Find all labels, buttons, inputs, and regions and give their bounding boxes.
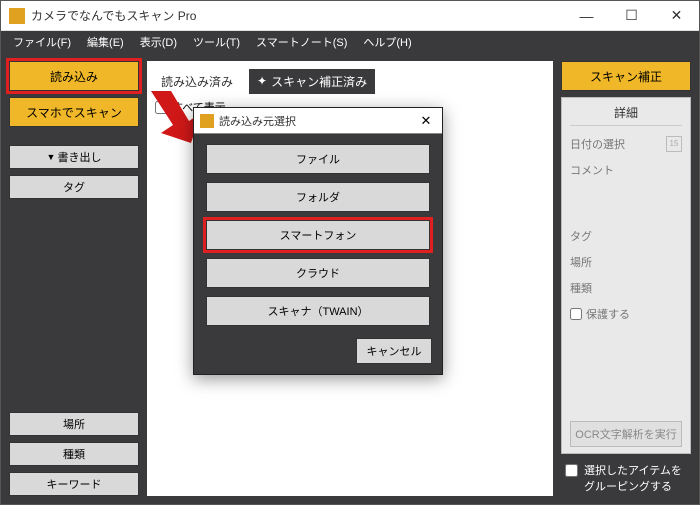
right-sidebar: スキャン補正 詳細 日付の選択 15 コメント タグ 場所 種類 保護する OC… <box>561 61 691 496</box>
dialog-title: 読み込み元選択 <box>219 113 416 129</box>
calendar-icon[interactable]: 15 <box>666 136 682 152</box>
ocr-button[interactable]: OCR文字解析を実行 <box>570 421 682 447</box>
protect-input[interactable] <box>570 308 582 320</box>
dialog-close-button[interactable]: ✕ <box>416 113 436 129</box>
load-button[interactable]: 読み込み <box>9 61 139 91</box>
left-sidebar: 読み込み スマホでスキャン 書き出し タグ 場所 種類 キーワード <box>9 61 139 496</box>
option-folder[interactable]: フォルダ <box>206 182 430 212</box>
option-file[interactable]: ファイル <box>206 144 430 174</box>
close-button[interactable]: ✕ <box>654 1 699 30</box>
export-section-toggle[interactable]: 書き出し <box>9 145 139 169</box>
minimize-button[interactable]: ― <box>564 1 609 30</box>
kind-section[interactable]: 種類 <box>9 442 139 466</box>
window-title: カメラでなんでもスキャン Pro <box>31 7 564 24</box>
scan-fix-button[interactable]: スキャン補正 <box>561 61 691 91</box>
menu-tool[interactable]: ツール(T) <box>187 32 246 52</box>
place-section[interactable]: 場所 <box>9 412 139 436</box>
menu-file[interactable]: ファイル(F) <box>7 32 77 52</box>
comment-label: コメント <box>570 162 682 178</box>
tab-scan-corrected-label: スキャン補正済み <box>271 73 367 90</box>
menu-view[interactable]: 表示(D) <box>134 32 183 52</box>
menu-smartnote[interactable]: スマートノート(S) <box>250 32 353 52</box>
show-all-input[interactable] <box>155 101 168 114</box>
cancel-button[interactable]: キャンセル <box>356 338 432 364</box>
smartphone-scan-button[interactable]: スマホでスキャン <box>9 97 139 127</box>
keyword-section[interactable]: キーワード <box>9 472 139 496</box>
option-scanner[interactable]: スキャナ（TWAIN） <box>206 296 430 326</box>
group-label: 選択したアイテムをグルーピングする <box>584 462 687 494</box>
option-smartphone[interactable]: スマートフォン <box>206 220 430 250</box>
tab-scan-corrected[interactable]: ✦ スキャン補正済み <box>249 69 375 94</box>
tag-label: タグ <box>570 228 682 244</box>
group-input[interactable] <box>565 464 578 477</box>
tag-section[interactable]: タグ <box>9 175 139 199</box>
protect-label: 保護する <box>586 306 630 322</box>
option-cloud[interactable]: クラウド <box>206 258 430 288</box>
place-label: 場所 <box>570 254 682 270</box>
titlebar: カメラでなんでもスキャン Pro ― ☐ ✕ <box>1 1 699 31</box>
detail-panel: 詳細 日付の選択 15 コメント タグ 場所 種類 保護する OCR文字解析を実… <box>561 97 691 454</box>
source-select-dialog: 読み込み元選択 ✕ ファイル フォルダ スマートフォン クラウド スキャナ（TW… <box>193 107 443 375</box>
tab-loaded[interactable]: 読み込み済み <box>153 69 241 94</box>
detail-header: 詳細 <box>570 104 682 126</box>
date-select-label: 日付の選択 <box>570 136 625 152</box>
app-icon <box>9 8 25 24</box>
menubar: ファイル(F) 編集(E) 表示(D) ツール(T) スマートノート(S) ヘル… <box>1 31 699 53</box>
dialog-icon <box>200 114 214 128</box>
maximize-button[interactable]: ☐ <box>609 1 654 30</box>
menu-edit[interactable]: 編集(E) <box>81 32 130 52</box>
sparkle-icon: ✦ <box>257 74 267 88</box>
group-checkbox[interactable]: 選択したアイテムをグルーピングする <box>561 460 691 496</box>
protect-checkbox[interactable]: 保護する <box>570 306 682 322</box>
menu-help[interactable]: ヘルプ(H) <box>357 32 417 52</box>
kind-label: 種類 <box>570 280 682 296</box>
